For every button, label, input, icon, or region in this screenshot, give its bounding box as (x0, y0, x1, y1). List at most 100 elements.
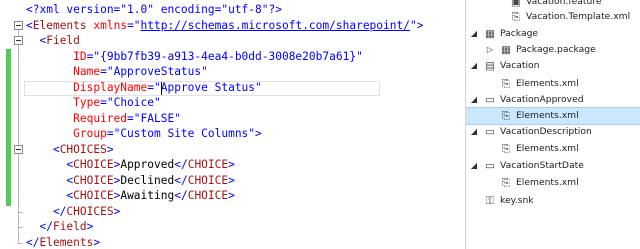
code-token: Declined (120, 173, 175, 187)
node-label: Elements.xml (516, 177, 579, 188)
namespace-link[interactable]: http://schemas.microsoft.com/sharepoint/ (141, 19, 410, 32)
outline-guide (18, 153, 19, 212)
code-token: Field (52, 220, 87, 233)
code-editor[interactable]: <?xml version="1.0" encoding="utf-8"?> <E… (0, 0, 465, 249)
node-vacation-template[interactable]: ⎘ Vacation.Template.xml (466, 9, 640, 25)
code-token: " (255, 80, 262, 94)
code-line: DisplayName="Approve Status" (26, 80, 262, 96)
collapsed-arrow-icon[interactable]: ▷ (486, 42, 494, 58)
code-token: =" (100, 65, 114, 78)
code-line: <CHOICES> (26, 142, 114, 158)
code-token: DisplayName (26, 80, 148, 94)
node-label: Elements.xml (516, 143, 579, 154)
code-token: Awaiting (120, 189, 175, 202)
code-line: ID="{9bb7fb39-a913-4ea4-b0dd-3008e20b7a6… (26, 49, 363, 65)
code-token: ID (26, 49, 87, 63)
xml-file-icon: ⎘ (501, 110, 511, 122)
field-icon: ▭ (485, 94, 495, 106)
code-token: < (26, 34, 47, 47)
code-token: Custom Site Columns (120, 127, 249, 140)
feature-icon: ▣ (511, 0, 521, 8)
xml-file-icon: ⎘ (501, 177, 511, 189)
code-line: <Field (26, 33, 80, 49)
node-package[interactable]: ◢ ▦ Package (466, 26, 640, 42)
code-token: Type (26, 96, 101, 109)
xml-file-icon: ⎘ (501, 78, 511, 90)
code-token: {9bb7fb39-a913-4ea4-b0dd-3008e20b7a61} (100, 49, 357, 63)
node-label: key.snk (500, 195, 534, 206)
code-token: < (26, 18, 33, 32)
code-token: =" (86, 49, 101, 63)
code-token: < (26, 158, 74, 171)
node-package-package[interactable]: ▷ ▦ Package.package (466, 42, 640, 58)
expanded-arrow-icon[interactable]: ◢ (470, 58, 478, 74)
code-token: " (356, 49, 363, 63)
code-line: </Field> (26, 219, 93, 235)
code-token: ApproveStatus (113, 65, 202, 78)
code-token: > (86, 220, 94, 233)
list-icon: ▤ (485, 60, 495, 72)
code-line: Type="Choice" (26, 95, 161, 111)
node-vacation-approved[interactable]: ◢ ▭ VacationApproved (466, 92, 640, 108)
code-token: </ (174, 173, 188, 187)
code-line: <Elements xmlns="http://schemas.microsof… (26, 18, 423, 34)
code-line: Group="Custom Site Columns"> (26, 126, 262, 142)
expanded-arrow-icon[interactable]: ◢ (470, 158, 478, 174)
code-token: =" (106, 127, 121, 140)
expanded-arrow-icon[interactable]: ◢ (470, 92, 478, 108)
code-token: Field (46, 34, 80, 47)
code-token: " (174, 111, 181, 125)
code-token: CHOICE (187, 189, 229, 202)
code-token: </ (26, 235, 40, 249)
node-label: VacationApproved (500, 94, 584, 105)
text-caret (160, 81, 162, 95)
code-line: <CHOICE>Approved</CHOICE> (26, 157, 235, 173)
code-token: Name (26, 65, 101, 78)
collapse-toggle-icon[interactable] (14, 20, 23, 30)
package-icon: ▦ (501, 44, 511, 56)
node-vacation-description[interactable]: ◢ ▭ VacationDescription (466, 124, 640, 140)
code-token: Elements (32, 18, 87, 32)
node-vacation-elements[interactable]: ⎘ Elements.xml (466, 76, 640, 92)
code-token: FALSE (140, 111, 175, 125)
code-token: </ (26, 220, 53, 233)
code-line: <CHOICE>Declined</CHOICE> (26, 173, 234, 189)
code-token: =" (127, 111, 141, 125)
code-token: </ (174, 158, 188, 171)
code-token: <?xml version="1.0" encoding="utf-8"?> (26, 3, 282, 16)
code-line: </Elements> (26, 235, 100, 249)
expanded-arrow-icon[interactable]: ◢ (470, 26, 478, 42)
outline-end-tick (18, 227, 23, 228)
node-label: Package (500, 28, 539, 39)
node-description-elements[interactable]: ⎘ Elements.xml (466, 141, 640, 157)
collapse-toggle-icon[interactable] (14, 36, 23, 45)
code-token: > (228, 189, 235, 202)
code-token: < (26, 173, 74, 187)
xml-file-icon: ⎘ (501, 143, 511, 155)
node-label: Elements.xml (516, 78, 579, 89)
code-token: Group (26, 127, 107, 140)
expanded-arrow-icon[interactable]: ◢ (470, 124, 478, 140)
node-key-snk[interactable]: ⚿ key.snk (466, 193, 640, 209)
code-token: > (93, 235, 101, 249)
code-token: =" (100, 96, 114, 109)
package-folder-icon: ▦ (485, 28, 495, 40)
code-token: =" (147, 80, 161, 94)
collapse-toggle-icon[interactable] (14, 144, 23, 154)
code-token: </ (174, 189, 188, 202)
node-label: Vacation (500, 60, 540, 71)
editor-scroll-strip[interactable] (454, 0, 465, 249)
code-line: <?xml version="1.0" encoding="utf-8"?> (26, 2, 282, 18)
solution-explorer: ▣ Vacation.feature ⎘ Vacation.Template.xml ◢… (466, 0, 640, 249)
node-approved-elements[interactable]: ⎘ Elements.xml (466, 107, 640, 125)
code-token: Approved (120, 158, 175, 171)
code-token: </ (26, 204, 67, 218)
node-vacation-startdate[interactable]: ◢ ▭ VacationStartDate (466, 158, 640, 174)
change-bar (6, 141, 11, 206)
code-token: "> (409, 18, 424, 32)
node-vacation[interactable]: ◢ ▤ Vacation (466, 58, 640, 74)
code-line: Name="ApproveStatus" (26, 64, 208, 80)
code-token: > (228, 158, 235, 171)
node-startdate-elements[interactable]: ⎘ Elements.xml (466, 175, 640, 191)
code-token: > (106, 142, 114, 156)
